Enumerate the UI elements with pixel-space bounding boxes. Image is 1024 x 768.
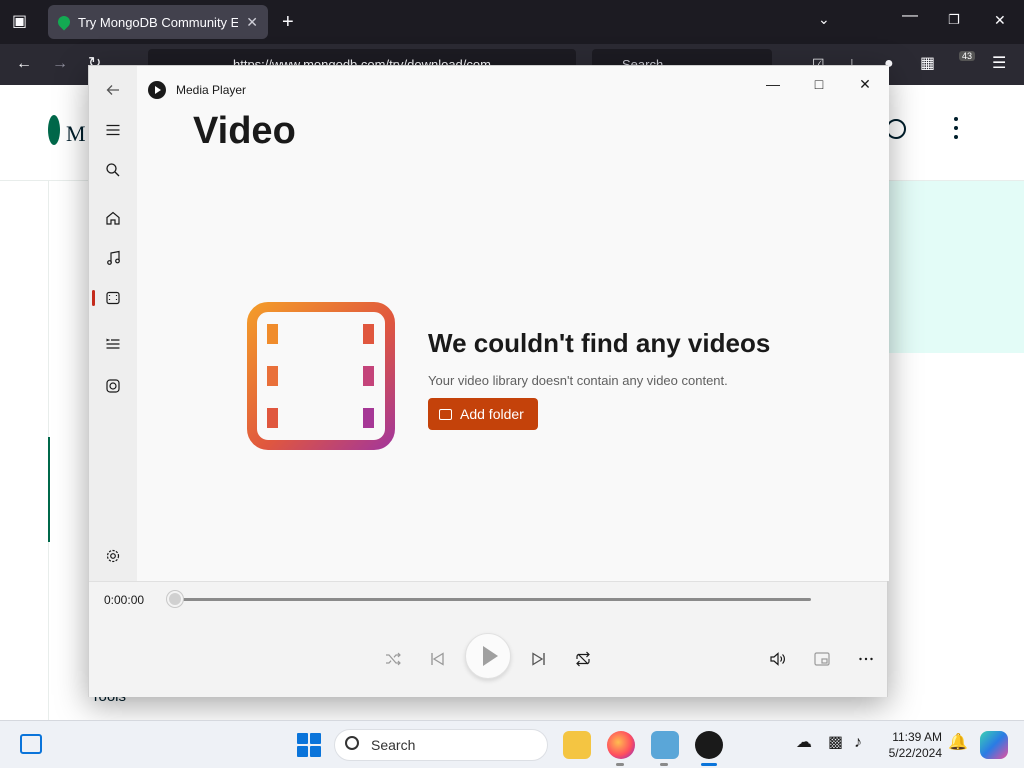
mongodb-leaf-logo-icon (48, 115, 60, 145)
empty-video-illustration-icon (247, 302, 395, 450)
active-nav-indicator (92, 290, 95, 306)
widgets-icon[interactable] (20, 734, 42, 754)
add-folder-label: Add folder (460, 406, 524, 422)
app-menu-icon[interactable]: ☰ (992, 56, 1006, 72)
media-player-taskbar-icon[interactable] (695, 731, 723, 759)
notification-bell-icon[interactable]: 🔔 (948, 735, 968, 751)
app-title: Media Player (176, 83, 247, 97)
tab-list-icon[interactable]: ▣ (12, 14, 27, 30)
photos-running-indicator (660, 763, 668, 766)
cloud-offline-icon[interactable]: ☁ (796, 735, 812, 751)
folder-add-icon (439, 408, 452, 420)
empty-state-subtitle: Your video library doesn't contain any v… (428, 373, 728, 388)
minimize-icon[interactable]: — (758, 74, 788, 94)
taskbar: Search ☁ ▩ ♪ 11:39 AM 5/22/2024 🔔 (0, 720, 1024, 768)
mini-player-icon[interactable] (808, 645, 836, 673)
close-tab-icon[interactable]: ✕ (246, 14, 258, 31)
current-time: 0:00:00 (104, 593, 145, 607)
forward-icon[interactable]: → (52, 56, 68, 72)
photos-icon[interactable] (651, 731, 679, 759)
media-player-logo-icon (148, 81, 166, 99)
tab-title: Try MongoDB Community Editi (78, 14, 239, 30)
search-icon[interactable] (103, 160, 123, 180)
player-bar: 0:00:00 (89, 581, 887, 697)
web-active-indicator (48, 437, 50, 542)
repeat-icon[interactable] (569, 645, 597, 673)
sidebar (89, 66, 137, 581)
media-player-window: Media Player — □ ✕ Video We couldn't fin… (88, 65, 889, 697)
menu-icon[interactable] (103, 120, 123, 140)
back-icon[interactable]: ← (16, 56, 32, 72)
firefox-icon[interactable] (607, 731, 635, 759)
file-explorer-icon[interactable] (563, 731, 591, 759)
web-more-icon[interactable] (954, 117, 960, 143)
next-icon[interactable] (525, 645, 553, 673)
clock[interactable]: 11:39 AM 5/22/2024 (874, 729, 942, 761)
shuffle-icon[interactable] (379, 645, 407, 673)
restore-icon[interactable]: ❐ (948, 13, 960, 26)
video-icon[interactable] (103, 288, 123, 308)
volume-icon[interactable] (764, 645, 792, 673)
network-volume-icon[interactable]: ♪ (854, 735, 862, 751)
browser-tab[interactable]: Try MongoDB Community Editi ✕ (48, 5, 268, 39)
clock-date: 5/22/2024 (888, 746, 942, 760)
chevron-down-icon[interactable]: ⌄ (818, 12, 830, 26)
empty-state-title: We couldn't find any videos (428, 328, 771, 358)
media-player-active-indicator (701, 763, 717, 766)
seek-thumb[interactable] (167, 591, 183, 607)
playqueue-icon[interactable] (103, 376, 123, 396)
add-folder-button[interactable]: Add folder (428, 398, 538, 430)
firefox-running-indicator (616, 763, 624, 766)
display-icon[interactable]: ▩ (828, 735, 843, 751)
taskbar-search[interactable]: Search (334, 729, 548, 761)
settings-icon[interactable] (103, 546, 123, 566)
home-icon[interactable] (103, 208, 123, 228)
copilot-icon[interactable] (980, 731, 1008, 759)
web-highlight-panel (888, 181, 1024, 353)
more-options-icon[interactable] (852, 645, 880, 673)
browser-tab-bar: ▣ Try MongoDB Community Editi ✕ + ⌄ — ❐ … (0, 0, 1024, 44)
previous-icon[interactable] (423, 645, 451, 673)
music-icon[interactable] (103, 248, 123, 268)
close-window-icon[interactable]: ✕ (994, 13, 1006, 27)
back-icon[interactable] (103, 80, 123, 100)
extension-badge: 43 (959, 51, 976, 61)
clock-time: 11:39 AM (892, 730, 942, 744)
search-icon (345, 736, 359, 750)
extensions-icon[interactable]: ▦ (920, 56, 935, 72)
brand-wordmark: M (66, 121, 86, 146)
web-search-icon[interactable] (886, 119, 906, 139)
seek-bar[interactable] (175, 598, 811, 601)
start-button[interactable] (297, 733, 321, 757)
play-button[interactable] (465, 633, 511, 679)
maximize-icon[interactable]: □ (804, 74, 834, 94)
page-title: Video (193, 110, 296, 152)
new-tab-icon[interactable]: + (282, 12, 294, 32)
close-icon[interactable]: ✕ (850, 74, 880, 94)
mongodb-favicon-icon (55, 13, 73, 31)
minimize-icon[interactable]: — (902, 8, 918, 24)
playlist-icon[interactable] (103, 334, 123, 354)
taskbar-search-label: Search (371, 737, 416, 753)
